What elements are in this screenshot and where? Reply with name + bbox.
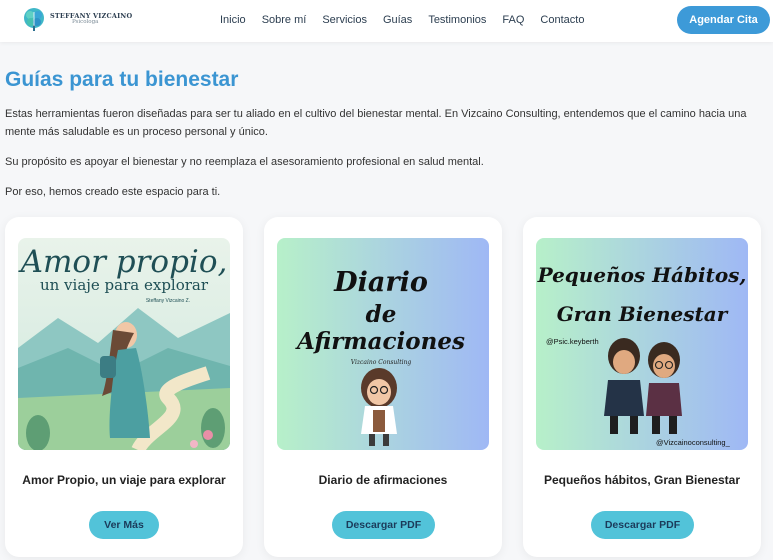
brand-subtitle: Psicologa [72, 19, 99, 25]
guide-card-habitos: Pequeños Hábitos, Gran Bienestar @Psic.k… [523, 217, 761, 557]
guide-title: Diario de afirmaciones [318, 473, 448, 487]
brand-logo[interactable]: STEFFANY VIZCAINO Psicologa [22, 6, 132, 32]
nav-link-guias[interactable]: Guías [383, 14, 412, 26]
download-pdf-button[interactable]: Descargar PDF [591, 511, 694, 539]
cover-title-line: Diario [333, 267, 428, 298]
disclaimer-paragraph: Su propósito es apoyar el bienestar y no… [5, 156, 484, 168]
main-nav: Inicio Sobre mí Servicios Guías Testimon… [220, 14, 600, 26]
cover-subtitle-line: un viaje para explorar [40, 276, 209, 294]
brain-logo-icon [24, 8, 44, 31]
nav-link-servicios[interactable]: Servicios [322, 14, 367, 26]
nav-link-faq[interactable]: FAQ [502, 14, 524, 26]
cover-title-line: Afirmaciones [295, 328, 465, 355]
cover-title-line: Gran Bienestar [557, 302, 729, 326]
guide-cover-amor-propio[interactable]: Amor propio, un viaje para explorar Stef… [18, 238, 230, 450]
page-title: Guías para tu bienestar [5, 68, 239, 91]
cover-handle: @Vizcainoconsulting_ [656, 438, 731, 447]
nav-link-sobre-mi[interactable]: Sobre mí [262, 14, 307, 26]
cover-title-line: Pequeños Hábitos, [537, 263, 747, 287]
cover-author: Steffany Vizcaino Z. [146, 298, 190, 304]
view-more-button[interactable]: Ver Más [89, 511, 159, 539]
book-appointment-button[interactable]: Agendar Cita [677, 6, 770, 34]
guide-title: Amor Propio, un viaje para explorar [22, 473, 226, 487]
guide-card-diario: Diario de Afirmaciones Vizcaino Consulti… [264, 217, 502, 557]
guide-cover-habitos[interactable]: Pequeños Hábitos, Gran Bienestar @Psic.k… [536, 238, 748, 450]
cover-title-line: de [366, 301, 397, 328]
nav-link-inicio[interactable]: Inicio [220, 14, 246, 26]
intro-paragraph: Estas herramientas fueron diseñadas para… [5, 108, 747, 138]
site-header: STEFFANY VIZCAINO Psicologa Inicio Sobre… [0, 0, 773, 42]
download-pdf-button[interactable]: Descargar PDF [332, 511, 435, 539]
guide-title: Pequeños hábitos, Gran Bienestar [543, 473, 741, 487]
nav-link-contacto[interactable]: Contacto [540, 14, 584, 26]
closing-paragraph: Por eso, hemos creado este espacio para … [5, 186, 221, 198]
cover-handle: @Psic.keyberth [546, 337, 599, 346]
cover-author: Vizcaino Consulting [351, 359, 412, 366]
guide-cover-diario[interactable]: Diario de Afirmaciones Vizcaino Consulti… [277, 238, 489, 450]
cover-title-line: Amor propio, [18, 244, 227, 280]
nav-link-testimonios[interactable]: Testimonios [428, 14, 486, 26]
guide-card-amor-propio: Amor propio, un viaje para explorar Stef… [5, 217, 243, 557]
